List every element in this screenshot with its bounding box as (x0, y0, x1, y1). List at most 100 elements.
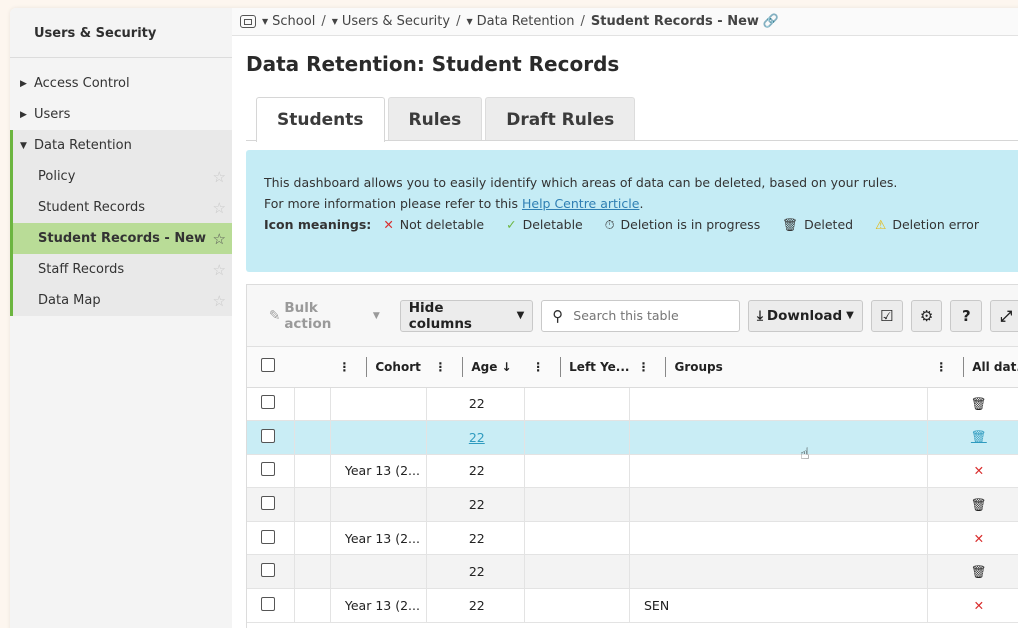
row-checkbox[interactable] (261, 428, 275, 443)
sidebar-subitem-label: Data Map (38, 293, 101, 308)
row-select-cell (247, 420, 296, 455)
sidebar-subitem-student-records[interactable]: Student Records ☆ (13, 192, 232, 223)
sidebar-toggle-icon[interactable] (240, 15, 256, 28)
star-icon[interactable]: ☆ (213, 261, 226, 279)
caret-down-icon: ▼ (466, 17, 473, 26)
row-checkbox[interactable] (261, 496, 275, 511)
sidebar-subitem-label: Staff Records (38, 262, 125, 277)
row-checkbox[interactable] (261, 563, 275, 578)
column-menu-icon[interactable]: ⋮ (927, 360, 955, 374)
star-icon[interactable]: ☆ (213, 292, 226, 310)
column-menu-icon[interactable]: ⋮ (426, 360, 454, 374)
breadcrumb-data-retention[interactable]: Data Retention (477, 14, 575, 29)
row-checkbox[interactable] (261, 529, 275, 544)
search-box[interactable]: ⚲ (541, 299, 740, 332)
sidebar-item-data-retention[interactable]: ▼ Data Retention (13, 130, 232, 161)
row-select-cell (247, 487, 296, 522)
spacer-cell (294, 387, 331, 422)
column-menu-icon[interactable]: ⋮ (629, 360, 657, 374)
table-toolbar: ✎ Bulk action ▼ Hide columns ▼ ⚲ ⤓ Downl… (247, 285, 1018, 347)
groups-header[interactable]: ⋮ Groups (629, 347, 928, 388)
sidebar-item-users[interactable]: ▶ Users (10, 99, 232, 130)
star-icon[interactable]: ☆ (213, 168, 226, 186)
sidebar-subitem-label: Student Records (38, 200, 145, 215)
table-row[interactable]: Year 13 (2... 22 ✕ (247, 521, 1018, 556)
left-year-cell (524, 487, 630, 522)
left-year-cell (524, 588, 630, 623)
select-all-checkbox[interactable] (261, 358, 275, 373)
table-row[interactable]: Year 13 (2... 22 SEN ✕ (247, 588, 1018, 623)
row-checkbox[interactable] (261, 596, 275, 611)
meaning-not-deletable: ✕ Not deletable (383, 214, 484, 235)
data-table-card: ✎ Bulk action ▼ Hide columns ▼ ⚲ ⤓ Downl… (246, 284, 1018, 628)
age-value: 22 (468, 530, 485, 546)
trash-icon: 🗑 (782, 217, 799, 232)
age-value[interactable]: 22 (469, 430, 485, 445)
tab-draft-rules[interactable]: Draft Rules (485, 97, 636, 141)
left-year-cell (524, 521, 630, 556)
download-label: Download (766, 307, 843, 324)
table-row[interactable]: 22 🗑 (247, 387, 1018, 422)
table-row[interactable]: 22 🗑 (247, 487, 1018, 522)
trash-icon[interactable]: 🗑 (971, 429, 987, 444)
settings-button[interactable]: ⚙ (910, 299, 943, 332)
pencil-icon: ✎ (269, 307, 281, 324)
inbox-check-button[interactable]: ☑ (870, 299, 903, 332)
link-icon[interactable]: 🔗 (763, 14, 779, 29)
tab-rules[interactable]: Rules (387, 97, 483, 141)
left-year-header[interactable]: ⋮ Left Ye... (524, 347, 630, 388)
age-value: 22 (468, 564, 485, 580)
bulk-action-button[interactable]: ✎ Bulk action ▼ (269, 300, 380, 332)
sidebar-subitem-data-map[interactable]: Data Map ☆ (13, 285, 232, 316)
column-menu-icon[interactable]: ⋮ (524, 360, 552, 374)
age-cell[interactable]: 22 (426, 420, 525, 455)
cohort-header[interactable]: ⋮ Cohort (330, 347, 427, 388)
sidebar: Users & Security ▶ Access Control ▶ User… (10, 8, 232, 628)
sidebar-subitem-student-records-new[interactable]: Student Records - New ☆ (13, 223, 232, 254)
hide-columns-button[interactable]: Hide columns ▼ (399, 299, 534, 332)
help-button[interactable]: ? (950, 299, 983, 332)
meaning-label: Deletion error (892, 217, 979, 232)
all-data-status-cell: 🗑 (927, 387, 1018, 422)
x-icon: ✕ (973, 597, 985, 613)
breadcrumb-school[interactable]: School (272, 14, 315, 29)
download-button[interactable]: ⤓ Download ▼ (747, 299, 863, 332)
left-year-header-label: Left Ye... (569, 359, 630, 374)
help-centre-link[interactable]: Help Centre article (522, 196, 639, 211)
left-year-cell (524, 420, 630, 455)
tab-students[interactable]: Students (256, 97, 385, 142)
groups-cell: SEN (629, 588, 928, 623)
row-checkbox[interactable] (261, 395, 275, 410)
sidebar-subitem-staff-records[interactable]: Staff Records ☆ (13, 254, 232, 285)
cohort-cell: Year 13 (2... (330, 588, 427, 623)
age-header[interactable]: ⋮ Age ↓ (426, 347, 525, 388)
table-row[interactable]: Year 13 (2... 22 ✕ (247, 454, 1018, 489)
row-select-cell (247, 387, 296, 422)
row-checkbox[interactable] (261, 462, 275, 477)
groups-cell (629, 454, 928, 489)
pointer-cursor-icon: ☝ (800, 444, 810, 463)
sidebar-subitem-policy[interactable]: Policy ☆ (13, 161, 232, 192)
fullscreen-button[interactable]: ⤢ (990, 299, 1018, 332)
all-data-header-label: All dat... (972, 359, 1018, 374)
meaning-error: ⚠ Deletion error (875, 214, 979, 235)
all-data-status-cell[interactable]: 🗑 (927, 420, 1018, 455)
search-icon: ⚲ (552, 306, 564, 325)
table-row[interactable]: 22 🗑 (247, 554, 1018, 590)
sidebar-item-access-control[interactable]: ▶ Access Control (10, 68, 232, 99)
star-icon[interactable]: ☆ (213, 199, 226, 217)
cohort-cell (330, 487, 427, 522)
groups-cell (629, 554, 928, 590)
star-icon[interactable]: ☆ (213, 230, 226, 248)
all-data-header[interactable]: ⋮ All dat... (927, 347, 1018, 388)
meaning-label: Not deletable (399, 217, 485, 232)
sidebar-subitem-label: Policy (38, 169, 76, 184)
breadcrumb-users-security[interactable]: Users & Security (342, 14, 450, 29)
warning-icon: ⚠ (875, 217, 887, 232)
search-input[interactable] (573, 308, 724, 323)
all-data-status-cell: 🗑 (927, 487, 1018, 522)
column-menu-icon[interactable]: ⋮ (330, 360, 358, 374)
table-row[interactable]: 22 🗑 (247, 420, 1018, 455)
info-text: . (639, 196, 644, 211)
groups-cell (629, 420, 928, 455)
